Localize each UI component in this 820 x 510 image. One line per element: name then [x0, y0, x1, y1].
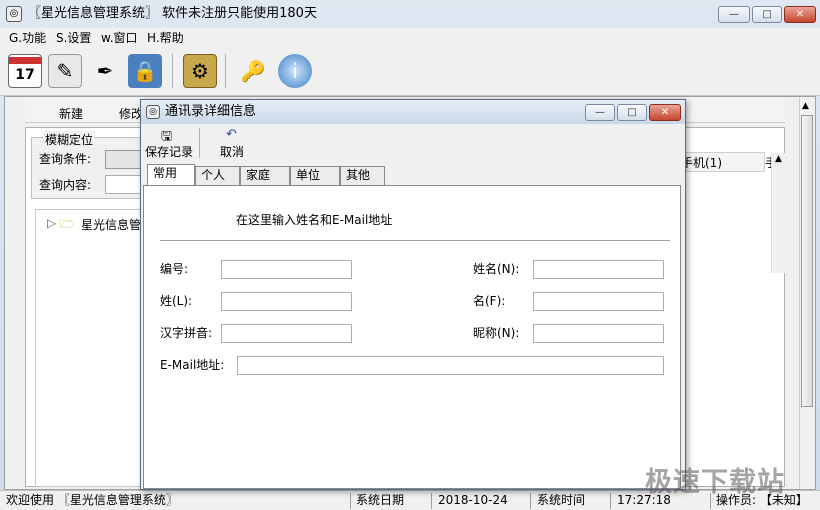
toolbar: 17 ✎ ✒ 🔒 ⚙ 🔑 i — [0, 48, 820, 96]
dialog-title-bar: ◎ 通讯录详细信息 — □ ✕ — [141, 100, 685, 124]
info-globe-icon[interactable]: i — [278, 54, 312, 88]
given-name-label: 名(F): — [473, 294, 506, 308]
column-mobile[interactable]: 手机(1) — [681, 154, 722, 171]
watermark: 极速下载站 — [645, 467, 785, 498]
dialog-maximize-button[interactable]: □ — [617, 104, 647, 121]
keys-icon[interactable]: 🔑 — [236, 54, 270, 88]
query-content-label: 查询内容: — [39, 178, 92, 192]
tab-company[interactable]: 单位 — [290, 166, 340, 185]
scroll-up-icon[interactable]: ▲ — [775, 154, 782, 164]
status-separator — [350, 493, 351, 509]
tab-other[interactable]: 其他 — [340, 166, 385, 185]
query-condition-select[interactable] — [105, 150, 145, 169]
entry-hint: 在这里输入姓名和E-Mail地址 — [236, 213, 393, 227]
status-separator — [431, 493, 432, 509]
tab-common[interactable]: 常用 — [147, 164, 195, 186]
dialog-minimize-button[interactable]: — — [585, 104, 615, 121]
close-button[interactable]: ✕ — [784, 6, 816, 23]
email-field[interactable] — [237, 356, 664, 375]
tab-family[interactable]: 家庭 — [240, 166, 290, 185]
divider — [160, 240, 670, 242]
given-name-field[interactable] — [533, 292, 664, 311]
dialog-title: 通讯录详细信息 — [165, 104, 257, 119]
dialog-app-icon: ◎ — [146, 105, 160, 119]
status-date-label: 系统日期 — [356, 493, 405, 507]
tab-panel: 在这里输入姓名和E-Mail地址 编号: 姓名(N): 姓(L): 名(F): … — [143, 185, 681, 489]
fuzzy-search-title: 模糊定位 — [43, 131, 96, 148]
maximize-button[interactable]: □ — [752, 6, 782, 23]
tree-root-item[interactable]: 星光信息管理 — [81, 216, 141, 233]
surname-label: 姓(L): — [160, 294, 193, 308]
number-field[interactable] — [221, 260, 352, 279]
toolbar-separator — [225, 54, 226, 88]
menu-function[interactable]: G.功能 — [9, 28, 46, 48]
window-title: 〖星光信息管理系统〗 软件未注册只能使用180天 — [28, 6, 317, 21]
scroll-thumb[interactable] — [801, 115, 813, 407]
status-date-value: 2018-10-24 — [438, 493, 508, 507]
save-record-button[interactable]: 保存记录 — [145, 143, 193, 160]
status-separator — [610, 493, 611, 509]
tree-expand-icon[interactable]: ▷ — [47, 216, 56, 230]
toolbar-separator — [172, 54, 173, 88]
dialog-close-button[interactable]: ✕ — [649, 104, 681, 121]
tab-personal[interactable]: 个人 — [195, 166, 240, 185]
notepad-icon[interactable]: ✎ — [48, 54, 82, 88]
pinyin-field[interactable] — [221, 324, 352, 343]
dialog-toolbar-separator — [199, 128, 200, 158]
new-button[interactable]: 新建 — [59, 105, 83, 122]
tree-panel — [35, 209, 145, 487]
surname-field[interactable] — [221, 292, 352, 311]
settings-icon[interactable]: ⚙ — [183, 54, 217, 88]
menu-window[interactable]: w.窗口 — [101, 28, 138, 48]
number-label: 编号: — [160, 262, 189, 276]
status-welcome: 欢迎使用 〖星光信息管理系统〗 — [6, 493, 178, 507]
pinyin-label: 汉字拼音: — [160, 326, 213, 340]
query-condition-label: 查询条件: — [39, 152, 92, 166]
menu-bar: G.功能 S.设置 w.窗口 H.帮助 — [0, 28, 820, 48]
menu-help[interactable]: H.帮助 — [147, 28, 184, 48]
fullname-label: 姓名(N): — [473, 262, 520, 276]
undo-icon[interactable]: ↶ — [226, 127, 237, 142]
contact-detail-dialog: ◎ 通讯录详细信息 — □ ✕ 🖫 保存记录 ↶ 取消 常用 个人 家庭 单位 … — [140, 99, 686, 490]
menu-settings[interactable]: S.设置 — [56, 28, 91, 48]
fullname-field[interactable] — [533, 260, 664, 279]
email-label: E-Mail地址: — [160, 358, 225, 372]
query-content-input[interactable] — [105, 175, 145, 194]
scroll-up-icon[interactable]: ▲ — [802, 101, 809, 111]
lock-icon[interactable]: 🔒 — [128, 54, 162, 88]
status-separator — [530, 493, 531, 509]
cancel-button[interactable]: 取消 — [220, 143, 244, 160]
title-bar: ◎ 〖星光信息管理系统〗 软件未注册只能使用180天 — □ ✕ — [0, 0, 820, 28]
folder-icon: 🗁 — [60, 217, 75, 231]
app-icon: ◎ — [6, 6, 22, 22]
calendar-icon[interactable]: 17 — [8, 54, 42, 88]
status-time-label: 系统时间 — [537, 493, 586, 507]
minimize-button[interactable]: — — [718, 6, 750, 23]
nickname-field[interactable] — [533, 324, 664, 343]
pen-tool-icon[interactable]: ✒ — [88, 54, 122, 88]
nickname-label: 昵称(N): — [473, 326, 520, 340]
grid-scrollbar[interactable] — [771, 153, 787, 273]
